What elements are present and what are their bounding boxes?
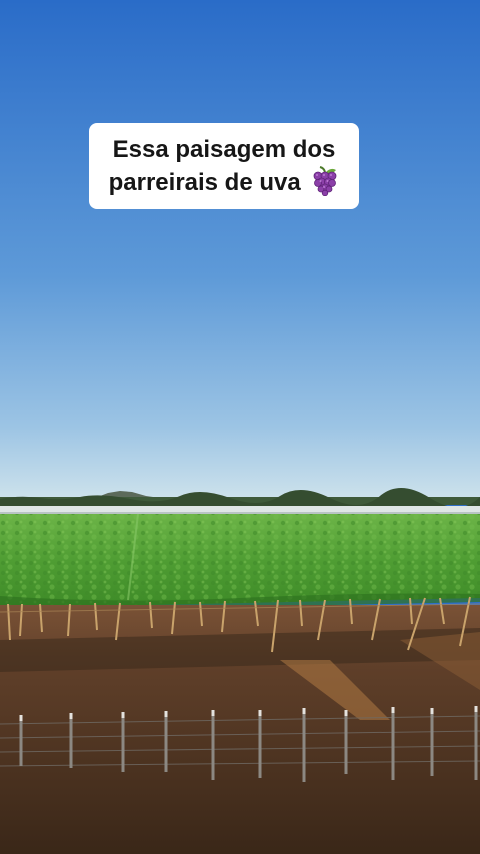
caption-line-2-text: parreirais de uva bbox=[108, 169, 301, 196]
vineyard-canopy bbox=[0, 513, 480, 612]
caption-line-1: Essa paisagem dos bbox=[112, 136, 336, 163]
caption-line-2: parreirais de uva bbox=[109, 166, 340, 199]
caption-card: Essa paisagem dos parreirais de uva bbox=[89, 123, 359, 209]
grapes-icon bbox=[313, 166, 337, 196]
sky bbox=[0, 0, 480, 502]
